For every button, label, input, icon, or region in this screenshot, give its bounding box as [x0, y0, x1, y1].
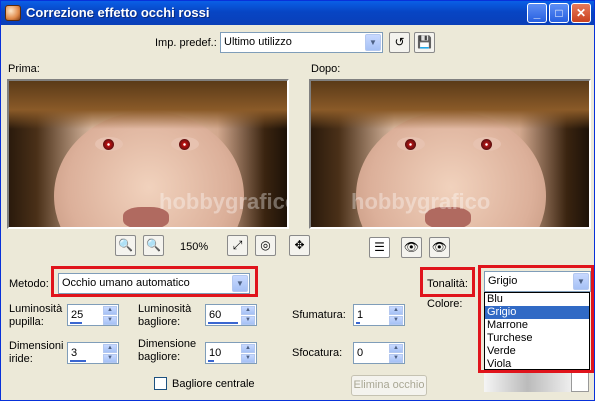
app-icon: [5, 5, 21, 21]
after-label: Dopo:: [311, 63, 341, 75]
after-preview: hobbygrafico: [309, 79, 591, 229]
zoom-out-icon[interactable]: 🔍: [143, 235, 164, 256]
eye-remove-icon[interactable]: 👁: [429, 237, 450, 258]
hue-label-highlight: [420, 267, 475, 297]
glare-size-stepper[interactable]: 10 ▲ ▼: [205, 342, 257, 364]
watermark: hobbygrafico: [351, 189, 491, 214]
feather-label: Sfumatura:: [292, 309, 346, 321]
method-highlight: [51, 266, 258, 297]
iris-size-stepper[interactable]: 3 ▲ ▼: [67, 342, 119, 364]
eye-selection-icon[interactable]: ☰: [369, 237, 390, 258]
save-icon[interactable]: 💾: [414, 32, 435, 53]
fit-icon[interactable]: ⤢: [227, 235, 248, 256]
pupil-luminosity-stepper[interactable]: 25 ▲ ▼: [67, 304, 119, 326]
eye-tool-icon[interactable]: 👁: [401, 237, 422, 258]
zoom-in-icon[interactable]: 🔍: [115, 235, 136, 256]
window-title: Correzione effetto occhi rossi: [26, 5, 210, 20]
delete-eye-button[interactable]: Elimina occhio: [351, 375, 427, 396]
color-swatch[interactable]: [571, 370, 589, 392]
preset-value: Ultimo utilizzo: [224, 36, 292, 48]
color-label: Colore:: [427, 298, 463, 310]
glare-luminosity-label: Luminosità bagliore:: [138, 303, 192, 328]
glare-size-label: Dimensione bagliore:: [138, 338, 197, 363]
zoom-level: 150%: [180, 241, 209, 253]
center-glare-checkbox[interactable]: [154, 377, 167, 390]
minimize-button[interactable]: _: [527, 3, 547, 23]
close-button[interactable]: ✕: [571, 3, 591, 23]
pan-icon[interactable]: ✥: [289, 235, 310, 256]
pupil-luminosity-label: Luminosità pupilla:: [9, 303, 63, 328]
maximize-button[interactable]: □: [549, 3, 569, 23]
iris-size-label: Dimensioni iride:: [9, 340, 64, 365]
blur-label: Sfocatura:: [292, 347, 343, 359]
title-bar: Correzione effetto occhi rossi _ □ ✕: [1, 1, 594, 25]
preset-select[interactable]: Ultimo utilizzo ▼: [220, 32, 383, 53]
reset-icon[interactable]: ↺: [389, 32, 410, 53]
watermark: hobbygrafico: [159, 189, 289, 214]
before-label: Prima:: [8, 63, 40, 75]
method-label: Metodo:: [9, 278, 49, 290]
before-preview[interactable]: hobbygrafico: [7, 79, 289, 229]
center-glare-label: Bagliore centrale: [172, 378, 255, 390]
feather-stepper[interactable]: 1 ▲ ▼: [353, 304, 405, 326]
hue-highlight: [478, 265, 594, 373]
color-swatch-preview: [484, 370, 571, 392]
glare-luminosity-stepper[interactable]: 60 ▲ ▼: [205, 304, 257, 326]
proof-icon[interactable]: ◎: [255, 235, 276, 256]
dialog-window: Correzione effetto occhi rossi _ □ ✕ Imp…: [0, 0, 595, 401]
preset-label: Imp. predef.:: [155, 37, 217, 49]
blur-stepper[interactable]: 0 ▲ ▼: [353, 342, 405, 364]
chevron-down-icon: ▼: [365, 34, 381, 51]
